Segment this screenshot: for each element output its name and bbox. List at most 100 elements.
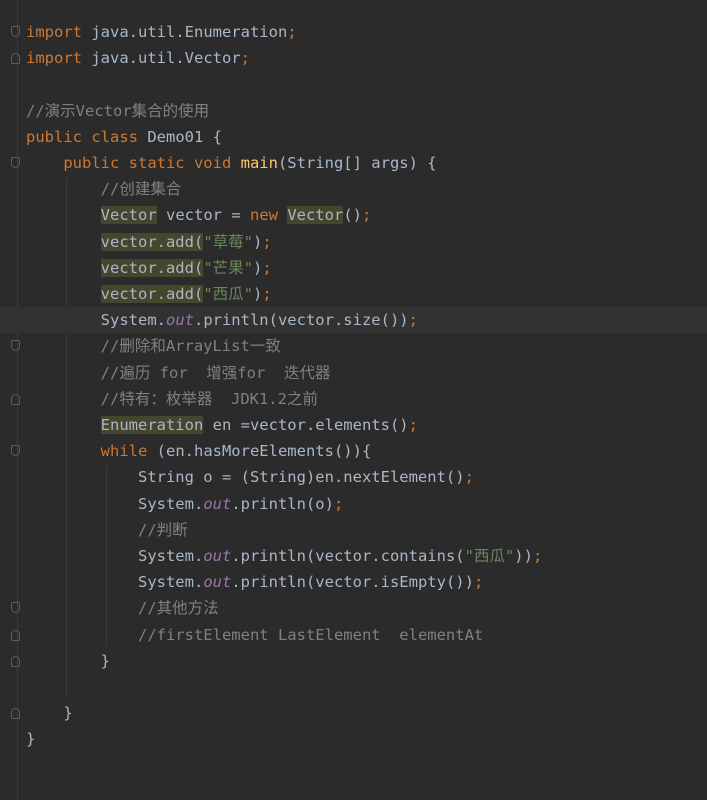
code-token: } xyxy=(26,651,110,670)
code-token: Vector xyxy=(287,206,344,225)
code-token: vector.add( xyxy=(100,232,204,251)
code-line[interactable] xyxy=(0,71,707,97)
code-token: ; xyxy=(408,416,418,434)
code-line[interactable]: System.out.println(vector.isEmpty()); xyxy=(0,569,707,595)
code-text: System.out.println(vector.size()); xyxy=(26,307,418,333)
code-token: (String[] args) { xyxy=(277,154,437,172)
code-line[interactable]: while (en.hasMoreElements()){ xyxy=(0,438,707,464)
code-line[interactable]: //firstElement LastElement elementAt xyxy=(0,622,707,648)
fold-start-icon[interactable] xyxy=(11,445,20,457)
fold-start-icon[interactable] xyxy=(11,26,20,37)
code-token: out xyxy=(165,311,194,330)
code-line[interactable]: } xyxy=(0,700,707,726)
code-token: System. xyxy=(26,311,166,330)
code-token: new xyxy=(249,206,288,225)
code-token: Vector xyxy=(100,206,157,225)
fold-end-icon[interactable] xyxy=(11,53,20,65)
code-line[interactable]: //创建集合 xyxy=(0,176,707,202)
code-token: out xyxy=(203,573,232,592)
code-token: //删除和ArrayList一致 xyxy=(100,337,281,356)
code-text: System.out.println(o); xyxy=(26,491,343,517)
code-line[interactable]: System.out.println(o); xyxy=(0,491,707,517)
code-token: Demo01 { xyxy=(147,127,222,146)
code-token: ; xyxy=(408,311,418,330)
code-token: //判断 xyxy=(137,520,188,539)
code-text: } xyxy=(26,648,110,674)
fold-end-icon[interactable] xyxy=(11,393,20,405)
code-token: ; xyxy=(464,468,474,487)
code-line[interactable] xyxy=(0,674,707,700)
code-line[interactable]: //演示Vector集合的使用 xyxy=(0,98,707,124)
code-text: public class Demo01 { xyxy=(26,124,222,150)
code-line[interactable]: //判断 xyxy=(0,517,707,543)
code-line[interactable]: vector.add("芒果"); xyxy=(0,255,707,281)
code-line[interactable]: //其他方法 xyxy=(0,595,707,621)
code-editor[interactable]: import java.util.Enumeration; import java… xyxy=(0,0,707,800)
code-token: )) xyxy=(514,547,533,565)
code-line[interactable]: public class Demo01 { xyxy=(0,124,707,150)
code-token: import xyxy=(26,23,82,41)
code-token: System. xyxy=(26,494,204,513)
fold-end-icon[interactable] xyxy=(11,629,20,641)
code-token: ; xyxy=(361,206,372,225)
code-text: //其他方法 xyxy=(26,595,219,621)
code-token: en =vector.elements() xyxy=(203,416,409,434)
fold-start-icon[interactable] xyxy=(11,340,20,352)
code-token: } xyxy=(26,704,73,723)
code-line[interactable]: public static void main(String[] args) { xyxy=(0,150,707,176)
fold-end-icon[interactable] xyxy=(11,708,20,720)
code-text: } xyxy=(26,726,35,752)
code-line[interactable]: vector.add("草莓"); xyxy=(0,229,707,255)
code-text: //firstElement LastElement elementAt xyxy=(26,622,483,648)
fold-end-icon[interactable] xyxy=(11,655,20,667)
code-text: //特有：枚举器 JDK1.2之前 xyxy=(26,386,318,412)
code-line[interactable]: String o = (String)en.nextElement(); xyxy=(0,464,707,490)
code-line[interactable]: } xyxy=(0,648,707,674)
code-line[interactable]: //删除和ArrayList一致 xyxy=(0,333,707,359)
code-text: import java.util.Enumeration; xyxy=(26,19,297,45)
code-token: (en.hasMoreElements()){ xyxy=(156,442,372,461)
code-text: //判断 xyxy=(26,517,188,543)
code-line[interactable]: import java.util.Enumeration; xyxy=(0,19,707,45)
code-text: //遍历 for 增强for 迭代器 xyxy=(26,360,331,386)
code-token: .println(o) xyxy=(231,494,334,513)
code-token: //遍历 for 增强for 迭代器 xyxy=(100,363,331,382)
code-line[interactable]: //特有：枚举器 JDK1.2之前 xyxy=(0,386,707,412)
code-text: } xyxy=(26,700,73,726)
code-line[interactable]: Vector vector = new Vector(); xyxy=(0,202,707,228)
code-text: public static void main(String[] args) { xyxy=(26,150,437,176)
code-text: System.out.println(vector.contains("西瓜")… xyxy=(26,543,542,569)
code-line[interactable]: System.out.println(vector.size()); xyxy=(0,307,707,334)
code-line[interactable]: import java.util.Vector; xyxy=(0,45,707,71)
code-token: vector = xyxy=(156,206,250,225)
code-line[interactable]: //遍历 for 增强for 迭代器 xyxy=(0,360,707,386)
code-token: ; xyxy=(532,547,543,565)
code-token: System. xyxy=(26,547,204,565)
code-token: ; xyxy=(333,494,344,513)
code-token: public static void xyxy=(63,154,241,172)
code-token: vector.add( xyxy=(100,258,204,277)
code-line[interactable]: Enumeration en =vector.elements(); xyxy=(0,412,707,438)
code-text: vector.add("芒果"); xyxy=(26,255,272,281)
fold-start-icon[interactable] xyxy=(11,602,20,614)
code-token: ; xyxy=(287,23,297,41)
code-text: //删除和ArrayList一致 xyxy=(26,333,281,359)
code-token: "西瓜" xyxy=(203,285,253,303)
fold-start-icon[interactable] xyxy=(11,157,20,168)
code-token: main xyxy=(240,154,278,172)
code-token: .println(vector.contains( xyxy=(231,547,465,565)
code-token: ) xyxy=(252,232,263,251)
code-token: //其他方法 xyxy=(137,599,219,618)
code-token: "芒果" xyxy=(203,258,253,277)
code-line[interactable]: } xyxy=(0,726,707,752)
code-line[interactable]: vector.add("西瓜"); xyxy=(0,281,707,307)
code-line[interactable]: System.out.println(vector.contains("西瓜")… xyxy=(0,543,707,569)
code-token: //firstElement LastElement elementAt xyxy=(137,625,484,644)
